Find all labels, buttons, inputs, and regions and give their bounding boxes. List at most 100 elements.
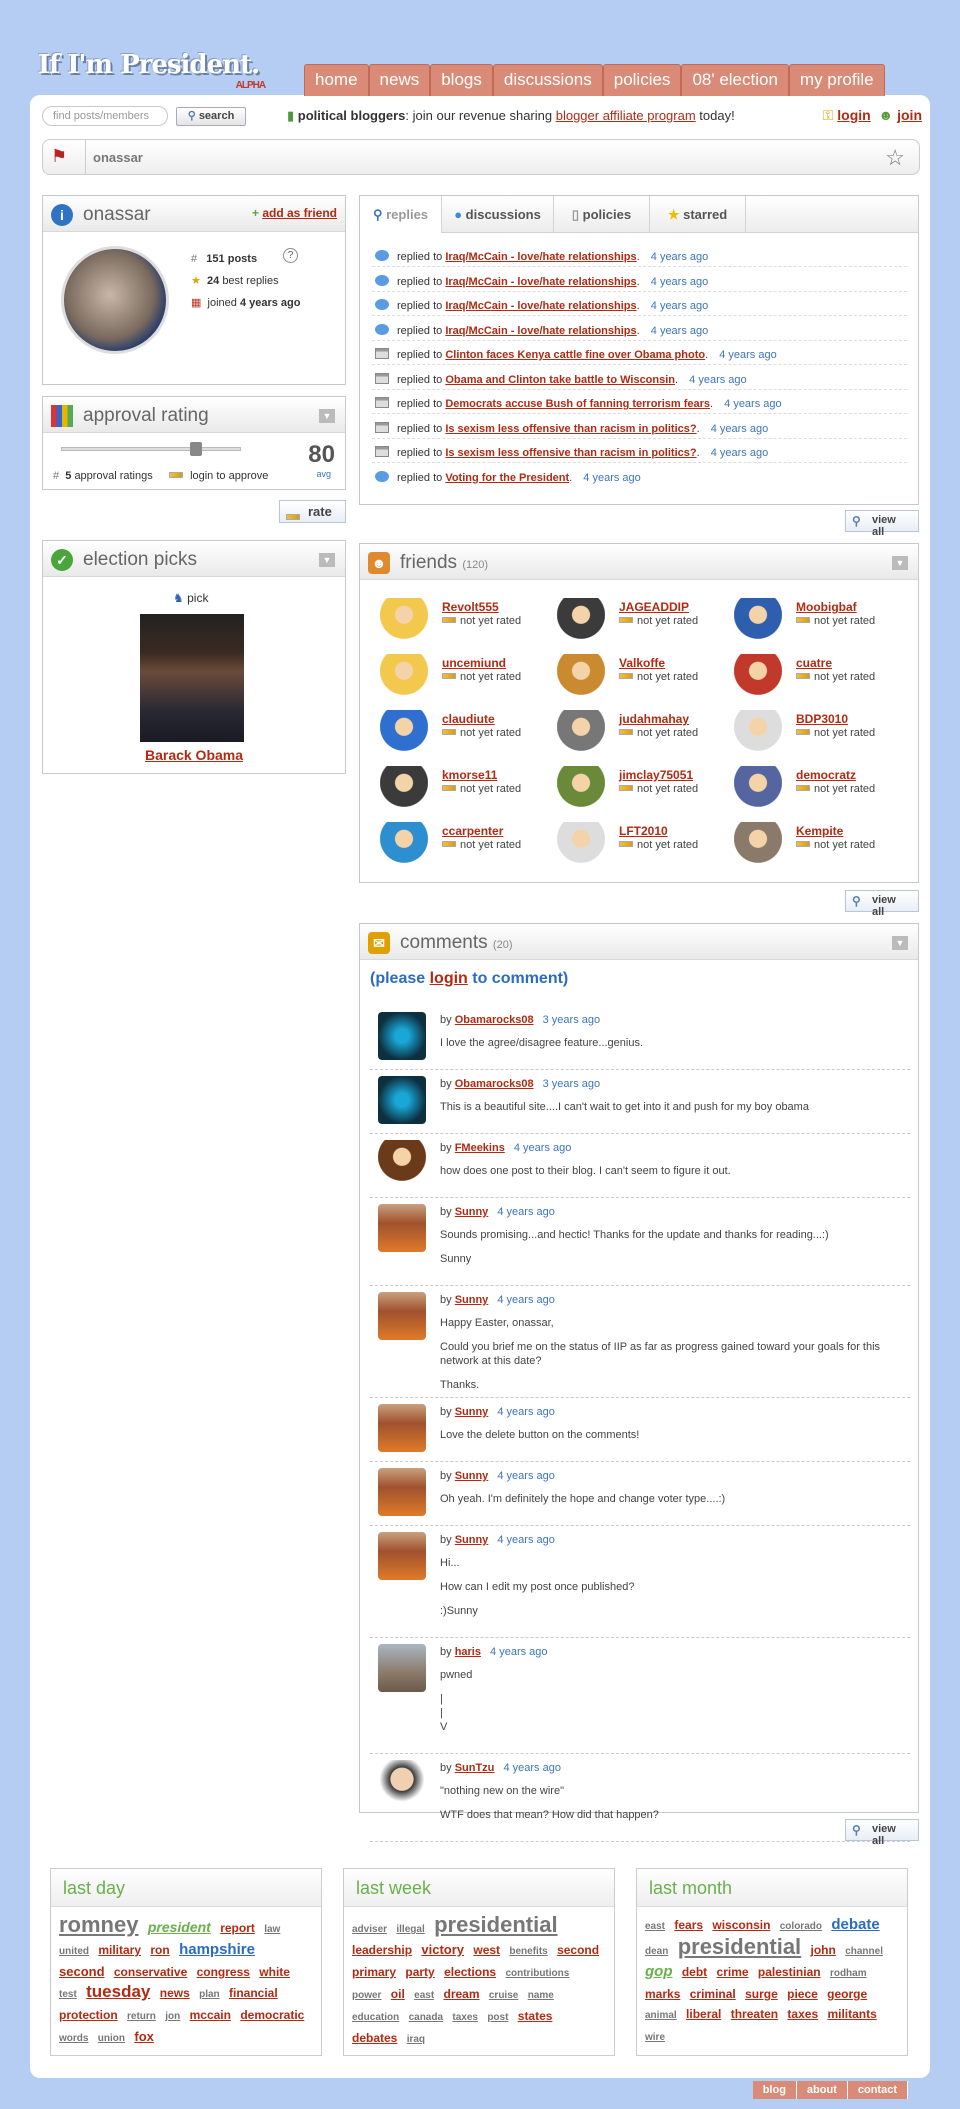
tab-starred[interactable]: ★ starred [650,196,746,233]
tag-link[interactable]: fears [674,1918,703,1932]
nav-election[interactable]: 08' election [681,64,789,96]
affiliate-program-link[interactable]: blogger affiliate program [556,108,696,123]
tag-link[interactable]: states [518,2009,553,2023]
join-link[interactable]: join [897,107,922,123]
footer-contact-link[interactable]: contact [847,2081,908,2099]
tag-link[interactable]: military [98,1943,141,1957]
friend-avatar[interactable] [557,766,605,814]
tag-link[interactable]: president [148,1919,211,1935]
friend-avatar[interactable] [380,766,428,814]
tag-link[interactable]: education [352,2012,399,2023]
friend-name[interactable]: uncemiund [442,656,506,670]
comment-avatar[interactable] [378,1076,426,1124]
comment-avatar[interactable] [378,1532,426,1580]
site-logo[interactable]: If I'm President. ALPHA [38,50,266,91]
nav-policies[interactable]: policies [602,64,682,96]
comment-author-link[interactable]: FMeekins [455,1142,505,1154]
tag-link[interactable]: contributions [505,1968,569,1979]
tag-link[interactable]: taxes [787,2007,818,2021]
tab-policies[interactable]: ▯ policies [554,196,650,233]
tag-link[interactable]: palestinian [758,1965,821,1979]
view-all-friends-button[interactable]: ⚲ view all [845,890,919,918]
tag-link[interactable]: primary [352,1965,396,1979]
tag-link[interactable]: victory [421,1942,464,1957]
tag-link[interactable]: east [414,1990,434,2001]
view-all-comments-button[interactable]: ⚲ view all [845,1819,919,1847]
reply-link[interactable]: Iraq/McCain - love/hate relationships [445,276,636,288]
friend-avatar[interactable] [734,598,782,646]
friend-avatar[interactable] [734,654,782,702]
tag-link[interactable]: east [645,1921,665,1932]
friend-avatar[interactable] [380,822,428,870]
tag-link[interactable]: return [127,2011,156,2022]
nav-blogs[interactable]: blogs [430,64,493,96]
tag-link[interactable]: marks [645,1987,680,2001]
tag-link[interactable]: gop [645,1963,673,1980]
nav-my-profile[interactable]: my profile [788,64,885,96]
slider-knob[interactable] [190,442,202,456]
friend-name[interactable]: jimclay75051 [619,768,693,782]
tag-link[interactable]: cruise [489,1990,518,2001]
footer-about-link[interactable]: about [796,2081,848,2099]
tag-link[interactable]: wisconsin [712,1918,770,1932]
tag-link[interactable]: presidential [434,1912,557,1937]
comment-author-link[interactable]: Sunny [455,1294,489,1306]
reply-link[interactable]: Iraq/McCain - love/hate relationships [445,251,636,263]
view-all-replies-button[interactable]: ⚲ view all [845,510,919,538]
friend-name[interactable]: LFT2010 [619,824,668,838]
tab-replies[interactable]: ⚲ replies [360,196,442,233]
friend-name[interactable]: Revolt555 [442,600,499,614]
tag-link[interactable]: rodham [830,1968,867,1979]
tag-link[interactable]: fox [134,2029,154,2044]
breadcrumb-user[interactable]: onassar [93,150,143,165]
tag-link[interactable]: debates [352,2031,397,2045]
tag-link[interactable]: benefits [509,1946,547,1957]
reply-link[interactable]: Is sexism less offensive than racism in … [445,447,696,459]
reply-link[interactable]: Clinton faces Kenya cattle fine over Oba… [445,349,705,361]
tag-link[interactable]: plan [199,1989,220,2000]
tag-link[interactable]: elections [444,1965,496,1979]
add-friend-link[interactable]: + add as friend [252,206,337,220]
comment-author-link[interactable]: Sunny [455,1206,489,1218]
comment-avatar[interactable] [378,1140,426,1188]
tag-link[interactable]: mccain [190,2008,231,2022]
reply-link[interactable]: Democrats accuse Bush of fanning terrori… [445,398,710,410]
tag-link[interactable]: debate [831,1916,879,1933]
tag-link[interactable]: protection [59,2008,118,2022]
tag-link[interactable]: hampshire [179,1941,255,1958]
tag-link[interactable]: john [811,1943,836,1957]
friend-name[interactable]: judahmahay [619,712,689,726]
tag-link[interactable]: iraq [407,2034,425,2045]
tag-link[interactable]: george [827,1987,867,2001]
help-icon[interactable]: ? [283,248,298,263]
tag-link[interactable]: democratic [240,2008,304,2022]
friend-name[interactable]: Valkoffe [619,656,665,670]
search-input[interactable]: find posts/members [42,106,168,126]
comment-author-link[interactable]: SunTzu [455,1762,495,1774]
friend-name[interactable]: kmorse11 [442,768,497,782]
comment-login-link[interactable]: login [430,970,468,987]
nav-home[interactable]: home [304,64,369,96]
reply-link[interactable]: Iraq/McCain - love/hate relationships [445,300,636,312]
comment-avatar[interactable] [378,1012,426,1060]
collapse-icon[interactable]: ▼ [892,936,908,950]
tag-link[interactable]: colorado [780,1921,822,1932]
friend-avatar[interactable] [557,822,605,870]
approval-slider[interactable] [61,442,241,456]
tag-link[interactable]: liberal [686,2007,721,2021]
friend-avatar[interactable] [557,598,605,646]
tag-link[interactable]: debt [682,1965,707,1979]
tag-link[interactable]: taxes [452,2012,478,2023]
friend-avatar[interactable] [557,654,605,702]
candidate-photo[interactable] [140,614,244,742]
tag-link[interactable]: power [352,1990,381,2001]
tag-link[interactable]: militants [827,2007,876,2021]
tag-link[interactable]: dean [645,1946,668,1957]
comment-author-link[interactable]: Sunny [455,1470,489,1482]
tag-link[interactable]: canada [409,2012,443,2023]
collapse-icon[interactable]: ▼ [319,409,335,423]
tag-link[interactable]: oil [391,1987,405,2001]
friend-avatar[interactable] [734,822,782,870]
tag-link[interactable]: threaten [731,2007,778,2021]
tag-link[interactable]: jon [165,2011,180,2022]
